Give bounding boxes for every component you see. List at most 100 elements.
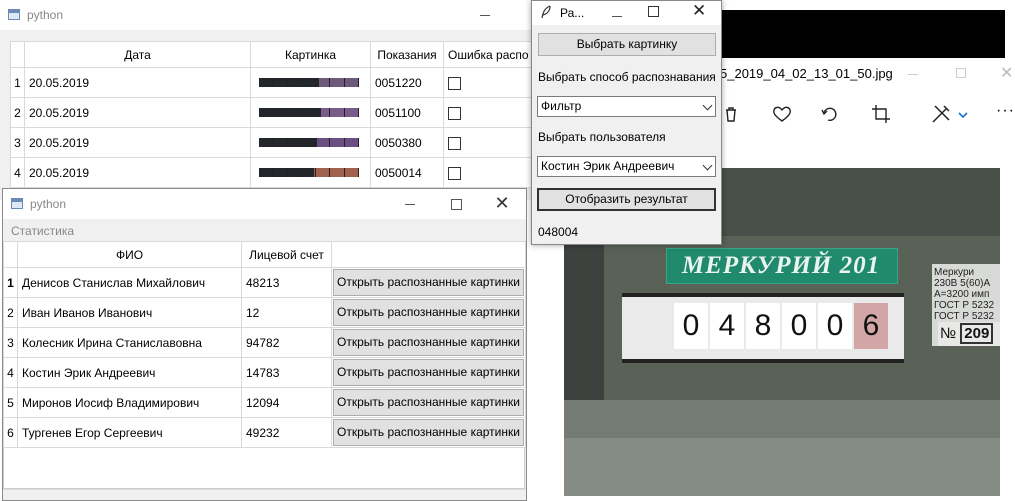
- action-cell: Открыть распознанные картинки: [331, 267, 526, 298]
- side-label-line: ГОСТ Р 5232: [934, 311, 995, 322]
- maximize-button[interactable]: [648, 6, 659, 17]
- open-images-button[interactable]: Открыть распознанные картинки: [333, 419, 524, 446]
- account-cell[interactable]: 49232: [241, 417, 332, 448]
- name-cell[interactable]: Тургенев Егор Сергеевич: [17, 417, 242, 448]
- table-row[interactable]: 4 20.05.2019 0050014: [10, 157, 531, 188]
- column-header-reading[interactable]: Показания: [370, 41, 444, 68]
- stats-titlebar: python ✕: [3, 189, 526, 219]
- column-header-action: [331, 241, 526, 268]
- table-row[interactable]: 3 Колесник Ирина Станиславовна 94782 Отк…: [3, 327, 526, 358]
- edit-tools-icon[interactable]: [930, 103, 952, 125]
- table-row[interactable]: 3 20.05.2019 0050380: [10, 127, 531, 158]
- date-cell[interactable]: 20.05.2019: [24, 97, 251, 128]
- error-cell[interactable]: [443, 67, 531, 98]
- viewer-minimize-button[interactable]: [908, 74, 918, 75]
- row-number: 1: [10, 67, 25, 98]
- table-row[interactable]: 1 20.05.2019 0051220: [10, 67, 531, 98]
- open-images-button[interactable]: Открыть распознанные картинки: [333, 299, 524, 326]
- error-cell[interactable]: [443, 97, 531, 128]
- serial-value: 209: [960, 323, 994, 344]
- minimize-button[interactable]: [387, 189, 433, 219]
- chevron-down-icon: [702, 100, 713, 111]
- error-checkbox[interactable]: [448, 106, 461, 120]
- name-cell[interactable]: Миронов Иосиф Владимирович: [17, 387, 242, 418]
- image-cell[interactable]: [250, 97, 371, 128]
- table-row[interactable]: 6 Тургенев Егор Сергеевич 49232 Открыть …: [3, 417, 526, 448]
- reading-cell[interactable]: 0050014: [370, 157, 444, 188]
- maximize-button[interactable]: [433, 189, 479, 219]
- action-cell: Открыть распознанные картинки: [331, 417, 526, 448]
- user-select[interactable]: Костин Эрик Андреевич: [537, 156, 716, 177]
- viewer-maximize-button[interactable]: [956, 68, 966, 78]
- reading-cell[interactable]: 0051100: [370, 97, 444, 128]
- error-checkbox[interactable]: [448, 76, 461, 90]
- image-cell[interactable]: [250, 67, 371, 98]
- table-row[interactable]: 2 20.05.2019 0051100: [10, 97, 531, 128]
- choose-image-button[interactable]: Выбрать картинку: [538, 33, 716, 56]
- crop-icon[interactable]: [871, 104, 891, 124]
- name-cell[interactable]: Колесник Ирина Станиславовна: [17, 327, 242, 358]
- open-images-button[interactable]: Открыть распознанные картинки: [333, 389, 524, 416]
- column-header-date[interactable]: Дата: [24, 41, 251, 68]
- column-header-image[interactable]: Картинка: [250, 41, 371, 68]
- heart-icon[interactable]: [772, 105, 792, 123]
- readings-table: Дата Картинка Показания Ошибка распо 1 2…: [10, 41, 531, 188]
- date-cell[interactable]: 20.05.2019: [24, 157, 251, 188]
- table-row[interactable]: 5 Миронов Иосиф Владимирович 12094 Откры…: [3, 387, 526, 418]
- open-images-button[interactable]: Открыть распознанные картинки: [333, 269, 524, 296]
- action-cell: Открыть распознанные картинки: [331, 387, 526, 418]
- reading-cell[interactable]: 0051220: [370, 67, 444, 98]
- image-cell[interactable]: [250, 157, 371, 188]
- close-button[interactable]: ✕: [692, 1, 706, 21]
- column-header-account[interactable]: Лицевой счет: [241, 241, 332, 268]
- chevron-down-icon: [702, 160, 713, 171]
- account-cell[interactable]: 14783: [241, 357, 332, 388]
- show-result-button[interactable]: Отобразить результат: [537, 188, 716, 211]
- delete-icon[interactable]: [722, 105, 740, 123]
- date-cell[interactable]: 20.05.2019: [24, 127, 251, 158]
- close-button[interactable]: ✕: [479, 189, 525, 219]
- minimize-button[interactable]: [594, 1, 626, 25]
- meter-digit: 8: [746, 303, 780, 349]
- stats-menu-label[interactable]: Статистика: [11, 224, 74, 238]
- recognition-titlebar: Ра... ✕: [532, 1, 721, 25]
- method-select[interactable]: Фильтр: [537, 96, 716, 117]
- name-cell[interactable]: Костин Эрик Андреевич: [17, 357, 242, 388]
- viewer-close-button[interactable]: ✕: [1000, 63, 1013, 83]
- table-row[interactable]: 1 Денисов Станислав Михайлович 48213 Отк…: [3, 267, 526, 298]
- account-cell[interactable]: 94782: [241, 327, 332, 358]
- action-cell: Открыть распознанные картинки: [331, 297, 526, 328]
- image-cell[interactable]: [250, 127, 371, 158]
- main-window-title: python: [27, 8, 64, 22]
- meter-digit: 6: [854, 303, 888, 349]
- chevron-down-icon[interactable]: [958, 111, 968, 119]
- minimize-button[interactable]: [462, 0, 508, 30]
- users-table: ФИО Лицевой счет 1 Денисов Станислав Мих…: [3, 241, 526, 448]
- app-icon: [8, 9, 20, 20]
- error-checkbox[interactable]: [448, 136, 461, 150]
- open-images-button[interactable]: Открыть распознанные картинки: [333, 329, 524, 356]
- rotate-icon[interactable]: [820, 104, 840, 124]
- reading-cell[interactable]: 0050380: [370, 127, 444, 158]
- stats-window: python ✕ Статистика ФИО Лицевой счет 1 Д…: [2, 188, 527, 501]
- error-cell[interactable]: [443, 127, 531, 158]
- name-cell[interactable]: Денисов Станислав Михайлович: [17, 267, 242, 298]
- name-cell[interactable]: Иван Иванов Иванович: [17, 297, 242, 328]
- stats-scrollbar[interactable]: [3, 489, 525, 500]
- open-images-button[interactable]: Открыть распознанные картинки: [333, 359, 524, 386]
- row-number: 3: [10, 127, 25, 158]
- date-cell[interactable]: 20.05.2019: [24, 67, 251, 98]
- table-row[interactable]: 4 Костин Эрик Андреевич 14783 Открыть ра…: [3, 357, 526, 388]
- account-cell[interactable]: 48213: [241, 267, 332, 298]
- table-row[interactable]: 2 Иван Иванов Иванович 12 Открыть распоз…: [3, 297, 526, 328]
- error-cell[interactable]: [443, 157, 531, 188]
- action-cell: Открыть распознанные картинки: [331, 357, 526, 388]
- meter-digits: 0 4 8 0 0 6: [674, 303, 888, 349]
- column-header-name[interactable]: ФИО: [17, 241, 242, 268]
- account-cell[interactable]: 12094: [241, 387, 332, 418]
- error-checkbox[interactable]: [448, 166, 461, 180]
- column-header-error[interactable]: Ошибка распо: [443, 41, 531, 68]
- side-label-line: Меркури: [934, 267, 975, 278]
- account-cell[interactable]: 12: [241, 297, 332, 328]
- more-options-icon[interactable]: ···: [996, 102, 1015, 120]
